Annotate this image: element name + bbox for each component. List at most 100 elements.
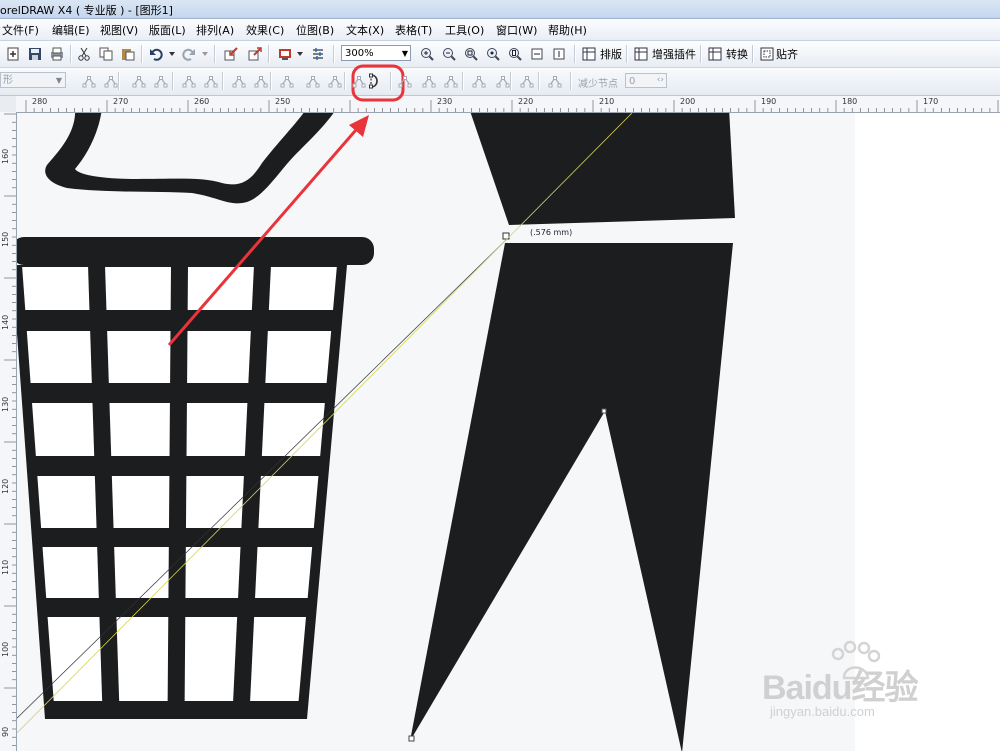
symmetrical-node-icon: [280, 76, 294, 88]
cut-button[interactable]: [75, 45, 93, 63]
import-button[interactable]: [222, 45, 240, 63]
convert-button[interactable]: 转换: [726, 46, 748, 62]
zoom-page-height-button[interactable]: [550, 45, 568, 63]
v-ruler-label: 120: [1, 478, 10, 494]
save-icon: [29, 48, 41, 60]
shape-selection-mode-select[interactable]: 形 ▼: [0, 72, 66, 88]
elastic-mode-icon: [520, 76, 534, 88]
h-ruler-label: 200: [680, 97, 696, 106]
menu-tools[interactable]: 工具(O): [445, 22, 484, 38]
separator: [172, 72, 174, 90]
menu-arrange[interactable]: 排列(A): [196, 22, 234, 38]
menu-bitmaps[interactable]: 位图(B): [296, 22, 334, 38]
menu-edit[interactable]: 编辑(E): [52, 22, 90, 38]
save-button[interactable]: [26, 45, 44, 63]
plugin-icon: [634, 47, 648, 61]
bin-mesh-cell: [187, 267, 254, 310]
redo-button[interactable]: [180, 45, 198, 63]
bin-mesh-cell: [250, 617, 306, 701]
zoom-level-select[interactable]: 300% ▼: [341, 45, 411, 61]
undo-button[interactable]: [147, 45, 165, 63]
h-ruler-label: 170: [923, 97, 939, 106]
separator: [214, 45, 216, 63]
redo-dropdown[interactable]: [200, 45, 210, 63]
bin-mesh-cell: [26, 331, 92, 383]
join-nodes-button[interactable]: [130, 72, 148, 90]
separator: [70, 45, 72, 63]
print-button[interactable]: [48, 45, 66, 63]
enhanced-plugins-button[interactable]: 增强插件: [652, 46, 696, 62]
join-nodes-icon: [132, 76, 146, 88]
stretch-nodes-button[interactable]: [350, 72, 368, 90]
h-ruler-label: 190: [761, 97, 777, 106]
horizontal-ruler[interactable]: 280 270 260 250 230 220 210 200 190 180 …: [16, 96, 1000, 113]
welcome-screen-button[interactable]: [309, 45, 327, 63]
bin-mesh-cell: [42, 547, 99, 598]
v-ruler-label: 140: [1, 314, 10, 330]
export-button[interactable]: [246, 45, 264, 63]
cusp-node-button[interactable]: [230, 72, 248, 90]
menu-file[interactable]: 文件(F): [2, 22, 39, 38]
reduce-nodes-label: 减少节点: [578, 79, 618, 90]
snap-button[interactable]: 贴齐: [776, 46, 798, 62]
extract-subpath-icon: [328, 76, 342, 88]
zoom-in-button[interactable]: [418, 45, 436, 63]
add-node-button[interactable]: [80, 72, 98, 90]
menu-table[interactable]: 表格(T): [395, 22, 432, 38]
zoom-selected-button[interactable]: [462, 45, 480, 63]
extend-curve-button[interactable]: [396, 72, 414, 90]
figure-torso-shape: [470, 113, 735, 225]
standard-toolbar: 排版 增强插件 转换 贴齐: [0, 41, 1000, 68]
convert-to-line-button[interactable]: [180, 72, 198, 90]
menu-layout[interactable]: 版面(L): [149, 22, 186, 38]
menu-text[interactable]: 文本(X): [346, 22, 384, 38]
convert-icon-wrap: [706, 45, 724, 63]
reduce-nodes-input[interactable]: 0 ‹›: [625, 73, 667, 88]
bin-mesh-cell: [268, 267, 337, 310]
launcher-dropdown[interactable]: [295, 45, 305, 63]
rotate-nodes-icon: [422, 76, 436, 88]
launcher-icon: [279, 49, 291, 60]
bin-mesh-cell: [185, 476, 244, 528]
elastic-mode-button[interactable]: [518, 72, 536, 90]
caret-down-icon: [297, 52, 303, 56]
reverse-direction-button[interactable]: [304, 72, 322, 90]
application-launcher-button[interactable]: [276, 45, 294, 63]
reflect-v-icon: [496, 76, 510, 88]
zoom-width-icon: [531, 48, 543, 60]
new-document-button[interactable]: [4, 45, 22, 63]
menu-help[interactable]: 帮助(H): [548, 22, 587, 38]
convert-to-curve-button[interactable]: [202, 72, 220, 90]
h-ruler-label: 250: [275, 97, 291, 106]
zoom-level-value: 300%: [345, 48, 374, 59]
title-bar: orelDRAW X4 ( 专业版 ) - [图形1]: [0, 0, 1000, 19]
undo-dropdown[interactable]: [167, 45, 177, 63]
imposition-button[interactable]: 排版: [600, 46, 622, 62]
select-all-nodes-button[interactable]: [546, 72, 564, 90]
ruler-origin[interactable]: [0, 96, 17, 113]
v-ruler-label: 130: [1, 396, 10, 412]
copy-button[interactable]: [97, 45, 115, 63]
menu-window[interactable]: 窗口(W): [496, 22, 537, 38]
zoom-out-button[interactable]: [440, 45, 458, 63]
zoom-all-objects-button[interactable]: [484, 45, 502, 63]
vertical-ruler[interactable]: 160 150 140 130 120 110 100 90: [0, 112, 17, 751]
menu-view[interactable]: 视图(V): [100, 22, 138, 38]
smooth-node-button[interactable]: [252, 72, 270, 90]
rotate-nodes-button[interactable]: [420, 72, 438, 90]
smooth-node-icon: [254, 76, 268, 88]
reflect-h-button[interactable]: [470, 72, 488, 90]
extract-subpath-button[interactable]: [326, 72, 344, 90]
menu-effects[interactable]: 效果(C): [246, 22, 284, 38]
align-nodes-button[interactable]: [442, 72, 460, 90]
print-icon: [51, 47, 63, 61]
bin-mesh-cell: [255, 547, 313, 598]
paste-button[interactable]: [119, 45, 137, 63]
symmetrical-node-button[interactable]: [278, 72, 296, 90]
zoom-page-width-button[interactable]: [528, 45, 546, 63]
reverse-direction-icon: [306, 76, 320, 88]
separator: [344, 72, 346, 90]
add-node-icon: [82, 76, 96, 88]
zoom-page-button[interactable]: [506, 45, 524, 63]
break-curve-button[interactable]: [152, 72, 170, 90]
